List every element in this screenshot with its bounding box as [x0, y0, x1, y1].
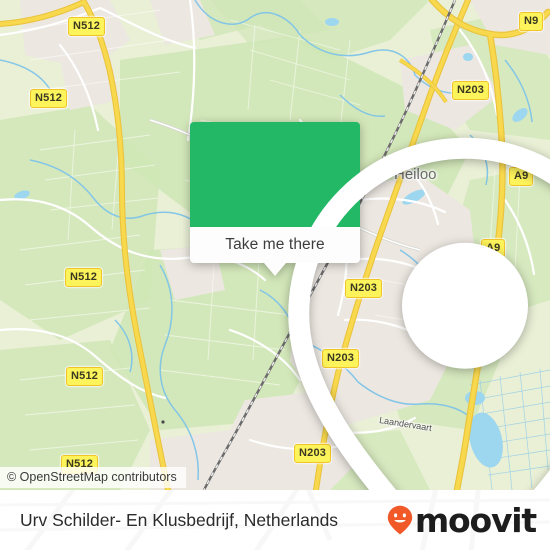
map-attribution[interactable]: © OpenStreetMap contributors — [0, 467, 186, 488]
popup-action-bar[interactable]: Take me there — [190, 227, 360, 276]
road-shield-n9[interactable]: N9 — [519, 12, 544, 31]
map-pin-icon — [288, 137, 550, 490]
popup-tail — [264, 263, 286, 276]
popup-header — [190, 122, 550, 490]
road-shield-n512[interactable]: N512 — [30, 89, 68, 108]
moovit-smiley-pin-icon — [387, 505, 413, 535]
footer-bar: Urv Schilder- En Klusbedrijf, Netherland… — [0, 490, 550, 550]
location-title: Urv Schilder- En Klusbedrijf, Netherland… — [20, 509, 339, 530]
map-canvas[interactable]: Heiloo Laandervaart N512 N512 N512 N512 … — [0, 0, 550, 490]
moovit-logo[interactable]: moovit — [387, 500, 537, 540]
map-screenshot: Heiloo Laandervaart N512 N512 N512 N512 … — [0, 0, 550, 550]
take-me-there-label: Take me there — [225, 236, 325, 253]
location-popup[interactable]: Take me there — [190, 122, 550, 490]
road-shield-n512[interactable]: N512 — [65, 268, 103, 287]
moovit-wordmark: moovit — [414, 500, 537, 540]
road-shield-n203[interactable]: N203 — [452, 81, 490, 100]
road-shield-n512[interactable]: N512 — [66, 367, 104, 386]
road-shield-n512[interactable]: N512 — [68, 17, 106, 36]
